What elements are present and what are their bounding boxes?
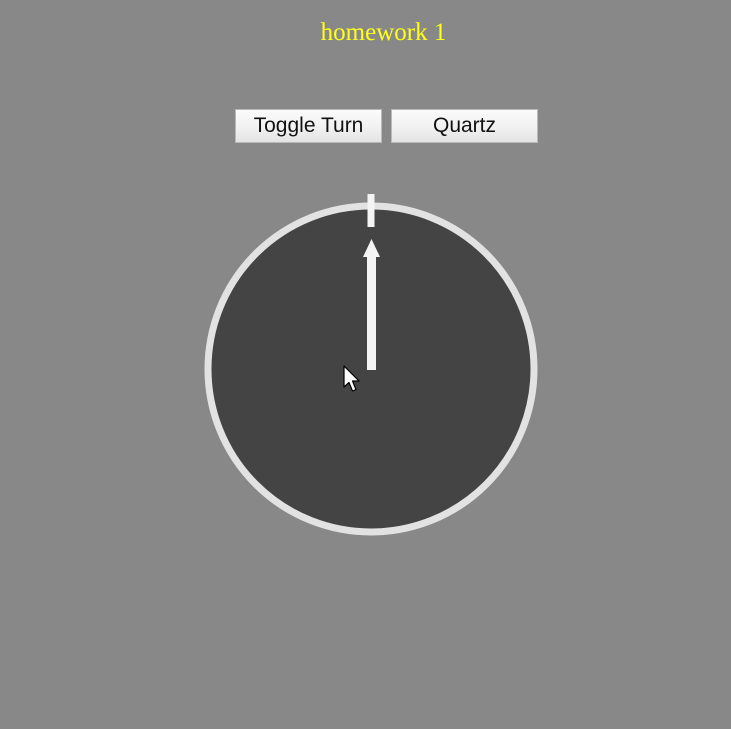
page: homework 1 Toggle Turn Quartz: [0, 0, 731, 729]
dial-area: [0, 0, 731, 729]
dial-hand-shaft: [367, 256, 376, 370]
dial-top-tick: [367, 194, 375, 227]
dial-svg: [204, 194, 538, 536]
